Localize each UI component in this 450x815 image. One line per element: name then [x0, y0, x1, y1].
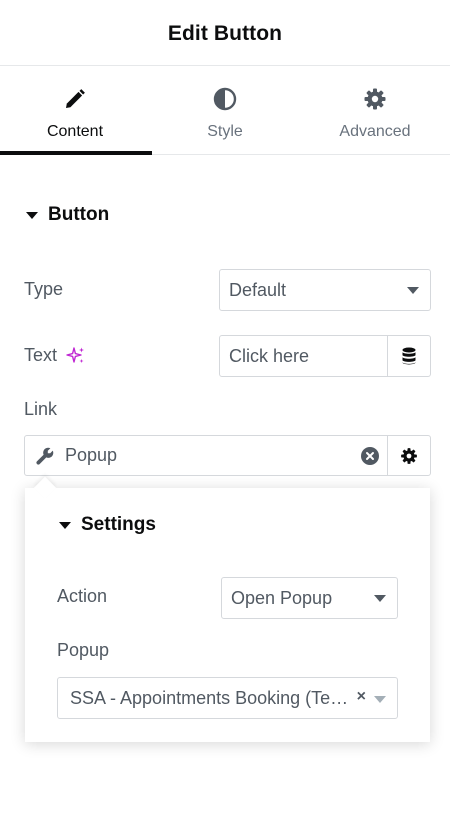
- panel-title: Edit Button: [167, 21, 283, 45]
- settings-section-toggle[interactable]: Settings: [59, 514, 156, 536]
- chevron-down-icon: [374, 595, 386, 602]
- dynamic-tags-button[interactable]: [387, 335, 431, 377]
- tab-content-label: Content: [46, 123, 104, 140]
- clear-selection-icon[interactable]: ×: [357, 688, 366, 706]
- gear-icon: [362, 86, 388, 112]
- contrast-icon: [212, 86, 238, 112]
- link-settings-popover: Settings Action Open Popup Popup SSA - A…: [25, 476, 430, 742]
- popup-label: Popup: [57, 640, 110, 660]
- tab-advanced[interactable]: Advanced: [300, 66, 450, 154]
- tab-style-label: Style: [207, 123, 243, 140]
- popup-select[interactable]: SSA - Appointments Booking (Template) ×: [57, 677, 398, 719]
- chevron-down-icon: [407, 287, 419, 294]
- link-value: Popup: [65, 445, 118, 465]
- section-title: Button: [48, 204, 110, 225]
- text-label: Text: [24, 345, 58, 365]
- settings-title: Settings: [81, 514, 156, 535]
- text-label-group: Text: [24, 345, 86, 366]
- gear-icon: [400, 447, 418, 465]
- link-label: Link: [24, 399, 58, 419]
- tab-style[interactable]: Style: [150, 66, 300, 154]
- type-select[interactable]: Default: [219, 269, 431, 311]
- tab-advanced-label: Advanced: [339, 123, 411, 140]
- action-label: Action: [57, 586, 108, 606]
- pencil-icon: [62, 86, 88, 112]
- link-field[interactable]: Popup: [24, 435, 388, 476]
- sparkle-icon[interactable]: [66, 346, 86, 366]
- section-toggle-button[interactable]: Button: [26, 204, 109, 226]
- clear-icon[interactable]: [361, 447, 379, 465]
- popup-select-value: SSA - Appointments Booking (Template): [70, 687, 354, 708]
- action-select[interactable]: Open Popup: [221, 577, 398, 619]
- link-settings-button[interactable]: [387, 435, 431, 476]
- type-select-value: Default: [229, 279, 287, 300]
- chevron-down-icon: [374, 696, 386, 703]
- button-text-value: Click here: [229, 345, 310, 366]
- database-icon: [401, 347, 417, 365]
- type-label: Type: [24, 279, 64, 299]
- tab-content[interactable]: Content: [0, 66, 152, 155]
- caret-down-icon: [59, 521, 71, 529]
- action-select-value: Open Popup: [231, 587, 333, 608]
- panel-header: Edit Button: [0, 0, 450, 66]
- wrench-icon: [27, 446, 63, 466]
- popover-notch: [33, 476, 57, 500]
- button-text-input[interactable]: Click here: [219, 335, 388, 377]
- tab-bar: Content Style Advanced: [0, 66, 450, 155]
- caret-down-icon: [26, 211, 38, 219]
